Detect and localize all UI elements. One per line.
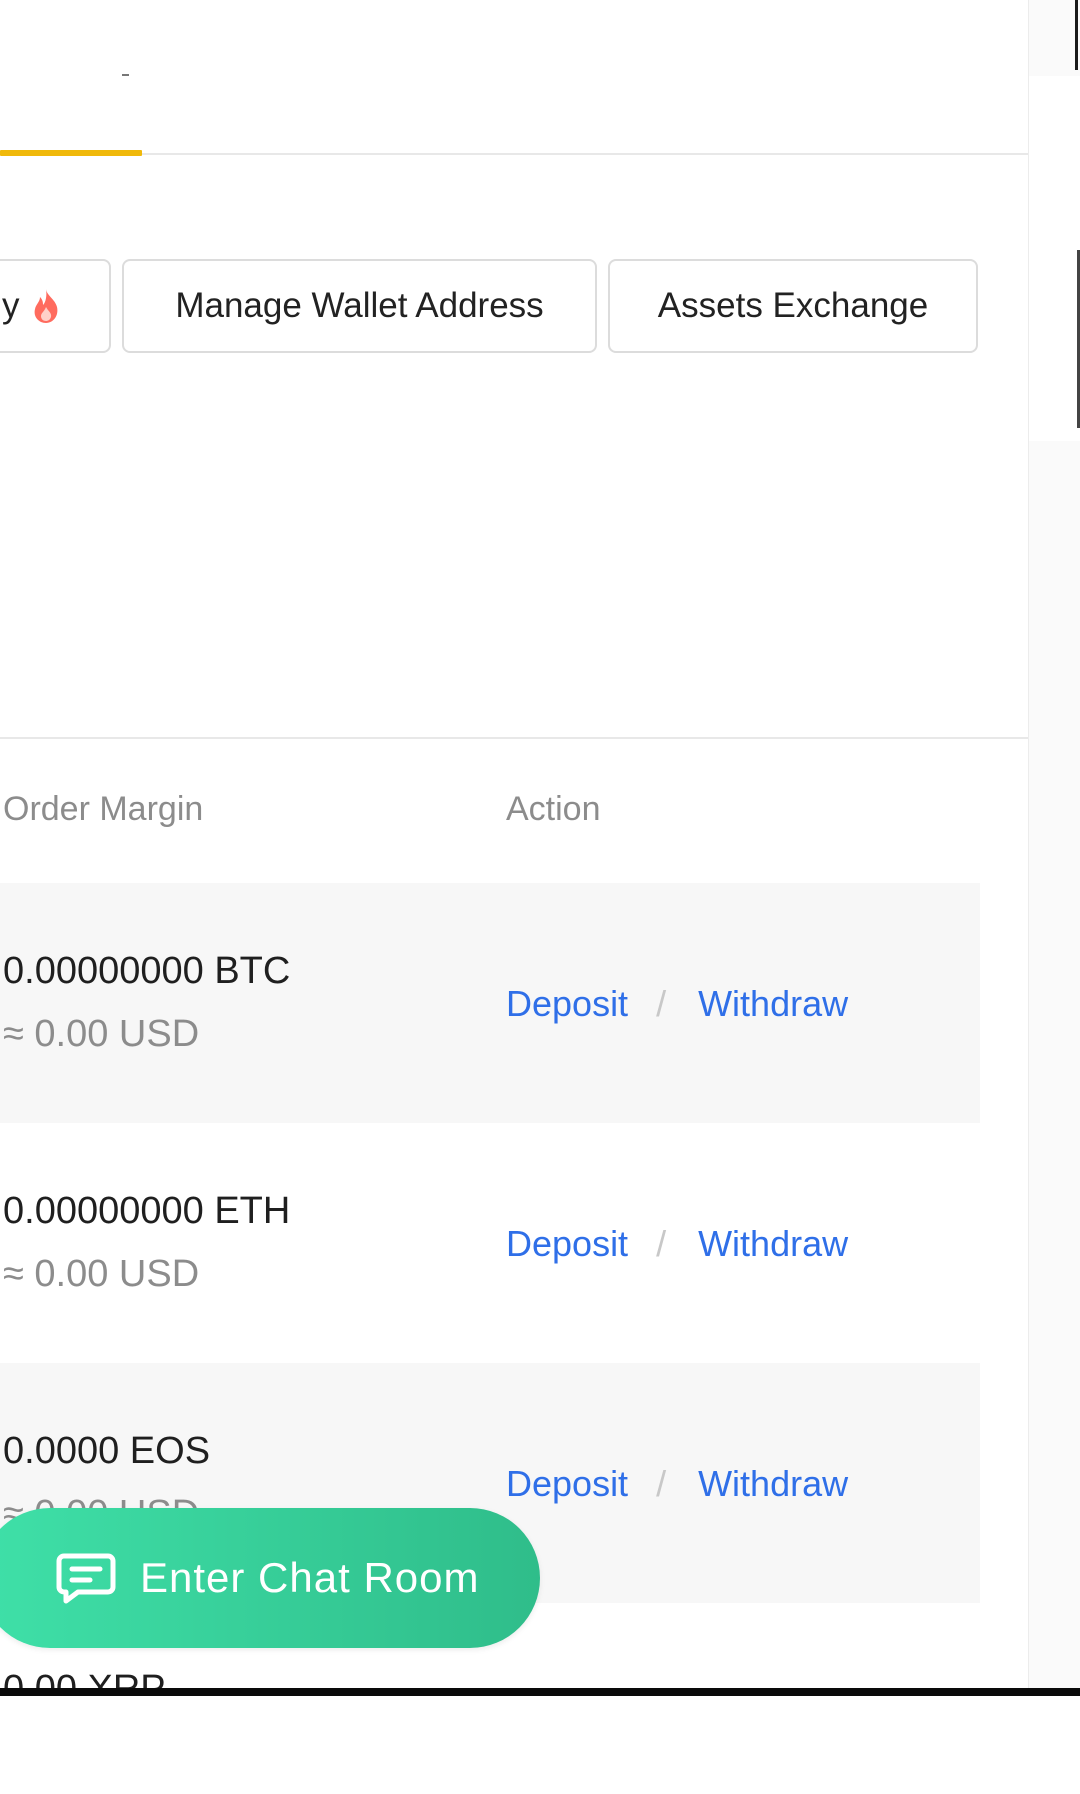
order-margin-amount: 0.0000 EOS [3, 1430, 211, 1472]
chat-button-label: Enter Chat Room [140, 1554, 480, 1601]
below-content-area [0, 1696, 1080, 1794]
order-margin-usd: ≈ 0.00 USD [3, 1013, 200, 1055]
action-separator: / [656, 1463, 667, 1504]
action-separator: / [656, 1223, 667, 1264]
assets-panel: y Manage Wallet Address Assets Exchange … [0, 0, 1028, 1710]
manage-wallet-address-button[interactable]: Manage Wallet Address [122, 259, 597, 353]
scroll-indicator [1075, 0, 1078, 70]
deposit-link[interactable]: Deposit [506, 1223, 628, 1265]
deposit-link[interactable]: Deposit [506, 1463, 628, 1505]
column-header-order-margin: Order Margin [3, 790, 204, 828]
history-button[interactable]: y [0, 259, 111, 353]
enter-chat-room-button[interactable]: Enter Chat Room [0, 1508, 540, 1648]
withdraw-link[interactable]: Withdraw [698, 1463, 848, 1505]
cropped-header-fragment [120, 0, 130, 76]
assets-exchange-button[interactable]: Assets Exchange [608, 259, 978, 353]
withdraw-link[interactable]: Withdraw [698, 983, 848, 1025]
order-margin-usd: ≈ 0.00 USD [3, 1253, 200, 1295]
bottom-edge-bar [0, 1688, 1080, 1696]
column-header-action: Action [506, 790, 601, 828]
row-actions: Deposit / Withdraw [506, 1223, 848, 1265]
side-panel-edge [1028, 0, 1080, 1692]
deposit-link[interactable]: Deposit [506, 983, 628, 1025]
order-margin-amount: 0.00000000 BTC [3, 950, 291, 992]
active-tab-indicator [0, 150, 142, 156]
section-divider [0, 737, 1028, 739]
chat-bubble-icon [56, 1553, 116, 1604]
order-margin-amount: 0.00000000 ETH [3, 1190, 291, 1232]
tab-bar-border [0, 153, 1028, 155]
history-button-label: y [2, 286, 20, 325]
withdraw-link[interactable]: Withdraw [698, 1223, 848, 1265]
table-row: 0.00000000 BTC ≈ 0.00 USD Deposit / With… [0, 883, 980, 1123]
app-viewport: y Manage Wallet Address Assets Exchange … [0, 0, 1080, 1794]
fire-icon [34, 289, 57, 323]
action-separator: / [656, 983, 667, 1024]
row-actions: Deposit / Withdraw [506, 983, 848, 1025]
row-actions: Deposit / Withdraw [506, 1463, 848, 1505]
table-row: 0.00000000 ETH ≈ 0.00 USD Deposit / With… [0, 1123, 980, 1363]
